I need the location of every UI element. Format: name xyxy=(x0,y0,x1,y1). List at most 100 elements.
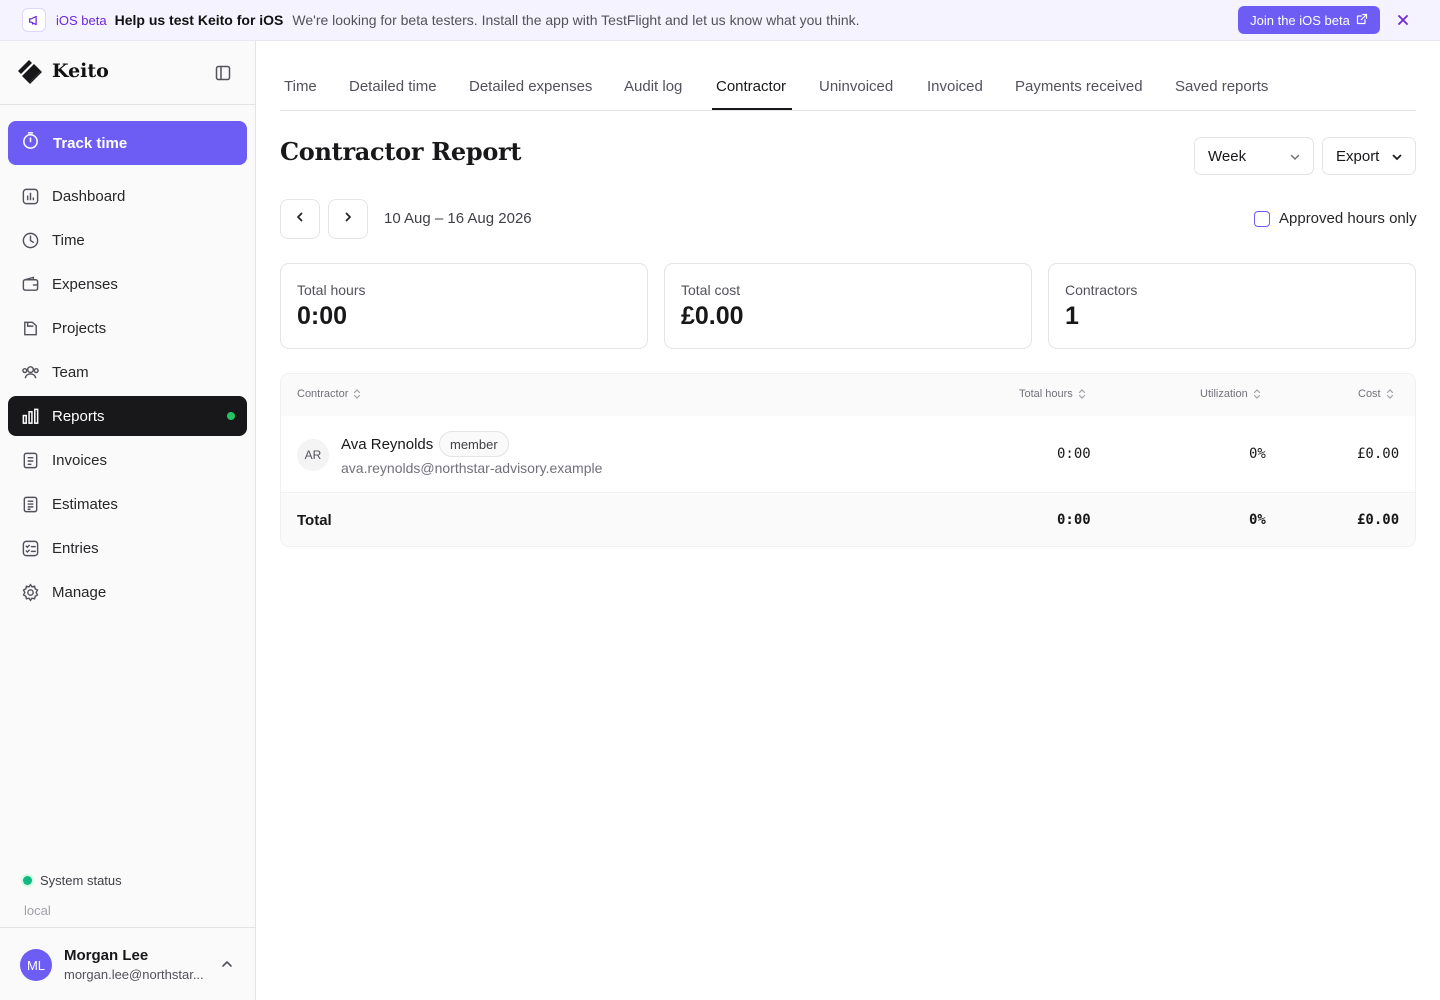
period-select[interactable]: Week xyxy=(1194,137,1314,175)
chevron-up-icon xyxy=(220,957,234,971)
stat-card-total-hours: Total hours 0:00 xyxy=(280,263,648,349)
user-email: morgan.lee@northstar... xyxy=(64,967,204,982)
track-time-label: Track time xyxy=(53,134,128,152)
folder-icon xyxy=(20,318,40,338)
next-period-button[interactable] xyxy=(328,199,368,239)
track-time-button[interactable]: Track time xyxy=(8,121,247,165)
sidebar-item-label: Time xyxy=(52,231,85,249)
join-ios-beta-button[interactable]: Join the iOS beta xyxy=(1238,6,1380,34)
chevron-left-icon xyxy=(294,210,306,228)
sidebar: Keito Track time Dashboard Time Expenses… xyxy=(0,41,256,1000)
stat-label: Total cost xyxy=(681,282,741,298)
tab-payments-received[interactable]: Payments received xyxy=(1015,78,1143,95)
banner-title: Help us test Keito for iOS xyxy=(114,12,284,28)
column-header-cost[interactable]: Cost xyxy=(1358,388,1394,400)
environment-label: local xyxy=(24,903,51,918)
cost-total: £0.00 xyxy=(1357,512,1400,528)
sidebar-item-team[interactable]: Team xyxy=(8,352,247,392)
export-label: Export xyxy=(1336,147,1380,165)
sidebar-item-label: Projects xyxy=(52,319,107,337)
sort-icon xyxy=(1253,388,1261,400)
status-dot xyxy=(23,876,32,885)
total-label: Total xyxy=(297,512,332,529)
date-range: 10 Aug – 16 Aug 2026 xyxy=(384,210,532,227)
logo-row: Keito xyxy=(0,41,255,105)
stat-value: 1 xyxy=(1065,302,1079,330)
sidebar-item-projects[interactable]: Projects xyxy=(8,308,247,348)
tab-invoiced[interactable]: Invoiced xyxy=(927,78,983,95)
gear-icon xyxy=(20,582,40,602)
report-tabs: Time Detailed time Detailed expenses Aud… xyxy=(280,64,1416,111)
sidebar-item-entries[interactable]: Entries xyxy=(8,528,247,568)
column-label: Cost xyxy=(1358,388,1381,400)
stopwatch-icon xyxy=(21,131,40,155)
sidebar-item-invoices[interactable]: Invoices xyxy=(8,440,247,480)
clock-icon xyxy=(20,230,40,250)
checklist-icon xyxy=(20,538,40,558)
tab-detailed-expenses[interactable]: Detailed expenses xyxy=(469,78,592,95)
tab-saved-reports[interactable]: Saved reports xyxy=(1175,78,1268,95)
sidebar-item-estimates[interactable]: Estimates xyxy=(8,484,247,524)
sidebar-item-label: Team xyxy=(52,363,89,381)
sort-icon xyxy=(1078,388,1086,400)
period-select-value: Week xyxy=(1208,147,1247,165)
tab-contractor[interactable]: Contractor xyxy=(716,78,786,95)
sidebar-item-reports[interactable]: Reports xyxy=(8,396,247,436)
contractor-table: Contractor Total hours Utilization Cost … xyxy=(280,373,1416,547)
stat-label: Total hours xyxy=(297,282,366,298)
ios-beta-banner: iOS beta Help us test Keito for iOS We'r… xyxy=(0,0,1440,41)
system-status-link[interactable]: System status xyxy=(23,873,122,888)
contractor-email: ava.reynolds@northstar-advisory.example xyxy=(341,460,603,476)
tab-uninvoiced[interactable]: Uninvoiced xyxy=(819,78,893,95)
sidebar-item-label: Reports xyxy=(52,407,105,425)
table-header: Contractor Total hours Utilization Cost xyxy=(281,374,1415,416)
stat-card-contractors: Contractors 1 xyxy=(1048,263,1416,349)
contractor-name: Ava Reynolds xyxy=(341,436,434,453)
sidebar-item-time[interactable]: Time xyxy=(8,220,247,260)
sidebar-item-label: Invoices xyxy=(52,451,108,469)
column-label: Total hours xyxy=(1019,388,1073,400)
stat-label: Contractors xyxy=(1065,282,1138,298)
sidebar-item-manage[interactable]: Manage xyxy=(8,572,247,612)
sidebar-item-label: Entries xyxy=(52,539,99,557)
chevron-down-icon xyxy=(1289,150,1301,162)
stat-card-total-cost: Total cost £0.00 xyxy=(664,263,1032,349)
column-header-contractor[interactable]: Contractor xyxy=(297,388,361,400)
sidebar-item-expenses[interactable]: Expenses xyxy=(8,264,247,304)
keito-logo-icon xyxy=(17,58,43,86)
approved-hours-only-toggle[interactable]: Approved hours only xyxy=(1254,210,1417,227)
approved-hours-checkbox[interactable] xyxy=(1254,210,1270,227)
chevron-right-icon xyxy=(342,210,354,228)
collapse-sidebar-icon[interactable] xyxy=(214,64,232,82)
total-hours-total: 0:00 xyxy=(1057,512,1091,528)
avatar: AR xyxy=(297,439,329,471)
tab-time[interactable]: Time xyxy=(284,78,317,95)
column-label: Utilization xyxy=(1200,388,1248,400)
close-banner-icon[interactable] xyxy=(1394,11,1412,29)
column-header-utilization[interactable]: Utilization xyxy=(1200,388,1261,400)
estimate-icon xyxy=(20,494,40,514)
export-button[interactable]: Export xyxy=(1322,137,1416,175)
previous-period-button[interactable] xyxy=(280,199,320,239)
column-header-total-hours[interactable]: Total hours xyxy=(1019,388,1086,400)
tab-audit-log[interactable]: Audit log xyxy=(624,78,682,95)
chevron-down-icon xyxy=(1391,150,1403,162)
system-status-label: System status xyxy=(40,873,122,888)
sidebar-item-label: Expenses xyxy=(52,275,118,293)
tab-detailed-time[interactable]: Detailed time xyxy=(349,78,437,95)
wallet-icon xyxy=(20,274,40,294)
stat-value: 0:00 xyxy=(297,302,348,330)
utilization-cell: 0% xyxy=(1249,446,1266,462)
user-menu[interactable]: ML Morgan Lee morgan.lee@northstar... xyxy=(0,927,255,1000)
users-icon xyxy=(20,362,40,382)
megaphone-icon xyxy=(22,8,46,32)
table-row[interactable]: AR Ava Reynolds member ava.reynolds@nort… xyxy=(281,416,1415,493)
table-total-row: Total 0:00 0% £0.00 xyxy=(281,493,1415,546)
dashboard-icon xyxy=(20,186,40,206)
sort-icon xyxy=(353,388,361,400)
utilization-total: 0% xyxy=(1249,512,1266,528)
sidebar-item-dashboard[interactable]: Dashboard xyxy=(8,176,247,216)
sidebar-item-label: Dashboard xyxy=(52,187,126,205)
avatar: ML xyxy=(20,949,52,981)
user-name: Morgan Lee xyxy=(64,947,149,964)
